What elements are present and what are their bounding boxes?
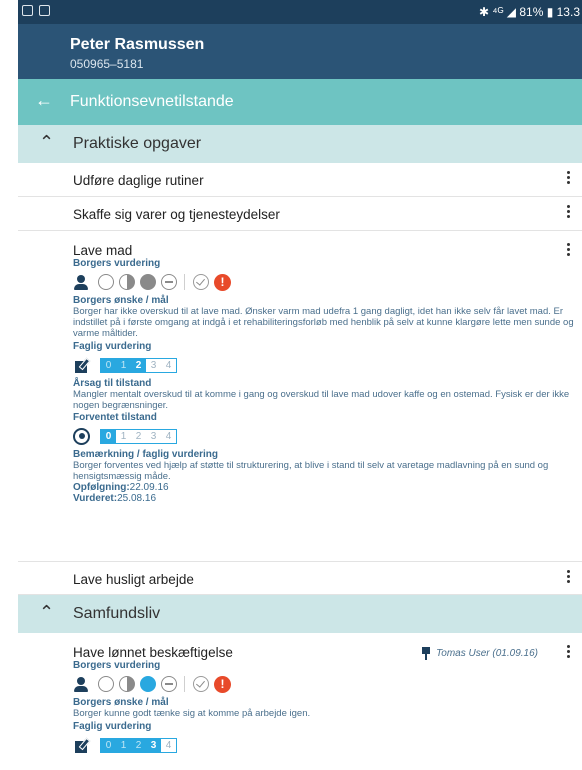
scale-step-2[interactable]: 2 bbox=[131, 358, 146, 372]
section-label: Samfundsliv bbox=[73, 605, 161, 622]
scale-step-4[interactable]: 4 bbox=[161, 358, 176, 372]
expanded-item-have-lonnet[interactable]: Have lønnet beskæftigelse Tomas User (01… bbox=[73, 645, 582, 756]
more-options-icon[interactable] bbox=[565, 205, 571, 221]
item-title: Lave mad bbox=[73, 243, 133, 258]
bemaerk-label: Bemærkning / faglig vurdering bbox=[73, 449, 219, 460]
bemaerk-text: Borger forventes ved hjælp af støtte til… bbox=[73, 460, 549, 482]
check-circle-icon[interactable] bbox=[193, 676, 209, 692]
section-header-samfundsliv[interactable]: ⌃ Samfundsliv bbox=[18, 595, 582, 633]
notification-icon bbox=[39, 5, 50, 16]
divider bbox=[184, 274, 185, 290]
app-bar: ← Funktionsevnetilstande bbox=[18, 79, 582, 125]
patient-name: Peter Rasmussen bbox=[70, 36, 205, 53]
opfolgning-label: Opfølgning: bbox=[73, 482, 130, 493]
opfolgning-date: 22.09.16 bbox=[129, 482, 169, 493]
list-item-label: Udføre daglige rutiner bbox=[73, 173, 204, 188]
rating-half-circle[interactable] bbox=[119, 274, 135, 290]
scale-step-0[interactable]: 0 bbox=[101, 358, 116, 372]
scale-step-3[interactable]: 3 bbox=[146, 358, 161, 372]
scale-step-4[interactable]: 4 bbox=[161, 429, 176, 443]
vurderet-date: 25.08.16 bbox=[117, 493, 157, 504]
forventet-scale[interactable]: 0 1 2 3 4 bbox=[100, 428, 177, 444]
person-icon bbox=[73, 676, 90, 693]
rating-empty-circle[interactable] bbox=[98, 274, 114, 290]
scale-step-3[interactable]: 3 bbox=[146, 429, 161, 443]
target-icon bbox=[73, 427, 90, 445]
scale-step-1[interactable]: 1 bbox=[116, 429, 131, 443]
vurderet-label: Vurderet: bbox=[73, 493, 118, 504]
pinned-by-text: Tomas User (01.09.16) bbox=[436, 648, 538, 659]
faglig-vurdering-label: Faglig vurdering bbox=[73, 341, 152, 352]
onske-label: Borgers ønske / mål bbox=[73, 697, 169, 708]
scale-step-1[interactable]: 1 bbox=[116, 358, 131, 372]
opfolgning-line: Opfølgning:22.09.16 bbox=[73, 482, 582, 493]
back-arrow-icon[interactable]: ← bbox=[35, 90, 53, 111]
list-item-skaffe-varer[interactable]: Skaffe sig varer og tjenesteydelser bbox=[18, 197, 582, 231]
divider bbox=[184, 676, 185, 692]
scale-step-4[interactable]: 4 bbox=[161, 738, 176, 752]
rating-minus-circle[interactable] bbox=[161, 274, 177, 290]
pin-icon[interactable] bbox=[422, 647, 431, 660]
chevron-up-icon[interactable]: ⌃ bbox=[39, 602, 54, 623]
list-item-label: Lave husligt arbejde bbox=[73, 572, 194, 587]
aarsag-text: Mangler mentalt overskud til at komme i … bbox=[73, 389, 570, 411]
more-options-icon[interactable] bbox=[565, 570, 571, 586]
scale-step-0[interactable]: 0 bbox=[101, 738, 116, 752]
faglig-scale-row: 0 1 2 3 4 bbox=[73, 354, 582, 376]
faglig-scale[interactable]: 0 1 2 3 4 bbox=[100, 357, 177, 373]
list-item-husligt-arbejde[interactable]: Lave husligt arbejde bbox=[18, 561, 582, 595]
aarsag-label: Årsag til tilstand bbox=[73, 378, 152, 389]
status-bar: ✱ ⁴ᴳ ◢ 81% ▮ 13.3 bbox=[18, 0, 582, 24]
patient-header: Peter Rasmussen 050965–5181 bbox=[18, 24, 582, 79]
section-label: Praktiske opgaver bbox=[73, 135, 202, 152]
forventet-scale-row: 0 1 2 3 4 bbox=[73, 425, 582, 447]
clipboard-edit-icon bbox=[73, 357, 90, 374]
faglig-scale[interactable]: 0 1 2 3 4 bbox=[100, 737, 177, 753]
scale-step-0[interactable]: 0 bbox=[101, 429, 116, 443]
scale-step-2[interactable]: 2 bbox=[131, 429, 146, 443]
more-options-icon[interactable] bbox=[565, 171, 571, 187]
scale-step-1[interactable]: 1 bbox=[116, 738, 131, 752]
onske-label: Borgers ønske / mål bbox=[73, 295, 169, 306]
person-icon bbox=[73, 274, 90, 291]
pinned-by: Tomas User (01.09.16) bbox=[422, 647, 538, 660]
onske-text: Borger kunne godt tænke sig at komme på … bbox=[73, 708, 311, 719]
section-header-praktiske[interactable]: ⌃ Praktiske opgaver bbox=[18, 125, 582, 163]
vurderet-line: Vurderet:25.08.16 bbox=[73, 493, 582, 504]
faglig-vurdering-label: Faglig vurdering bbox=[73, 721, 152, 732]
check-circle-icon[interactable] bbox=[193, 274, 209, 290]
citizen-rating-row: ! bbox=[73, 271, 582, 293]
more-options-icon[interactable] bbox=[565, 243, 571, 259]
chevron-up-icon[interactable]: ⌃ bbox=[39, 132, 54, 153]
scale-step-2[interactable]: 2 bbox=[131, 738, 146, 752]
faglig-scale-row: 0 1 2 3 4 bbox=[73, 734, 582, 756]
onske-text: Borger har ikke overskud til at lave mad… bbox=[73, 306, 574, 339]
expanded-item-lave-mad[interactable]: Lave mad Borgers vurdering ! Borgers øns… bbox=[73, 243, 582, 504]
clipboard-edit-icon bbox=[73, 737, 90, 754]
borgers-vurdering-label: Borgers vurdering bbox=[73, 660, 161, 671]
list-item-label: Skaffe sig varer og tjenesteydelser bbox=[73, 207, 280, 222]
rating-empty-circle[interactable] bbox=[98, 676, 114, 692]
borgers-vurdering-label: Borgers vurdering bbox=[73, 258, 161, 269]
alert-icon[interactable]: ! bbox=[214, 675, 231, 693]
list-item-daglige-rutiner[interactable]: Udføre daglige rutiner bbox=[18, 163, 582, 197]
gallery-icon bbox=[22, 5, 33, 16]
status-indicators: ✱ ⁴ᴳ ◢ 81% ▮ 13.3 bbox=[478, 5, 580, 19]
more-options-icon[interactable] bbox=[565, 645, 571, 661]
forventet-label: Forventet tilstand bbox=[73, 412, 157, 423]
patient-cpr: 050965–5181 bbox=[70, 57, 144, 71]
citizen-rating-row: ! bbox=[73, 673, 582, 695]
alert-icon[interactable]: ! bbox=[214, 273, 231, 291]
rating-minus-circle[interactable] bbox=[161, 676, 177, 692]
rating-full-circle[interactable] bbox=[140, 676, 156, 692]
rating-full-circle[interactable] bbox=[140, 274, 156, 290]
rating-half-circle[interactable] bbox=[119, 676, 135, 692]
page-title: Funktionsevnetilstande bbox=[70, 93, 234, 110]
scale-step-3[interactable]: 3 bbox=[146, 738, 161, 752]
